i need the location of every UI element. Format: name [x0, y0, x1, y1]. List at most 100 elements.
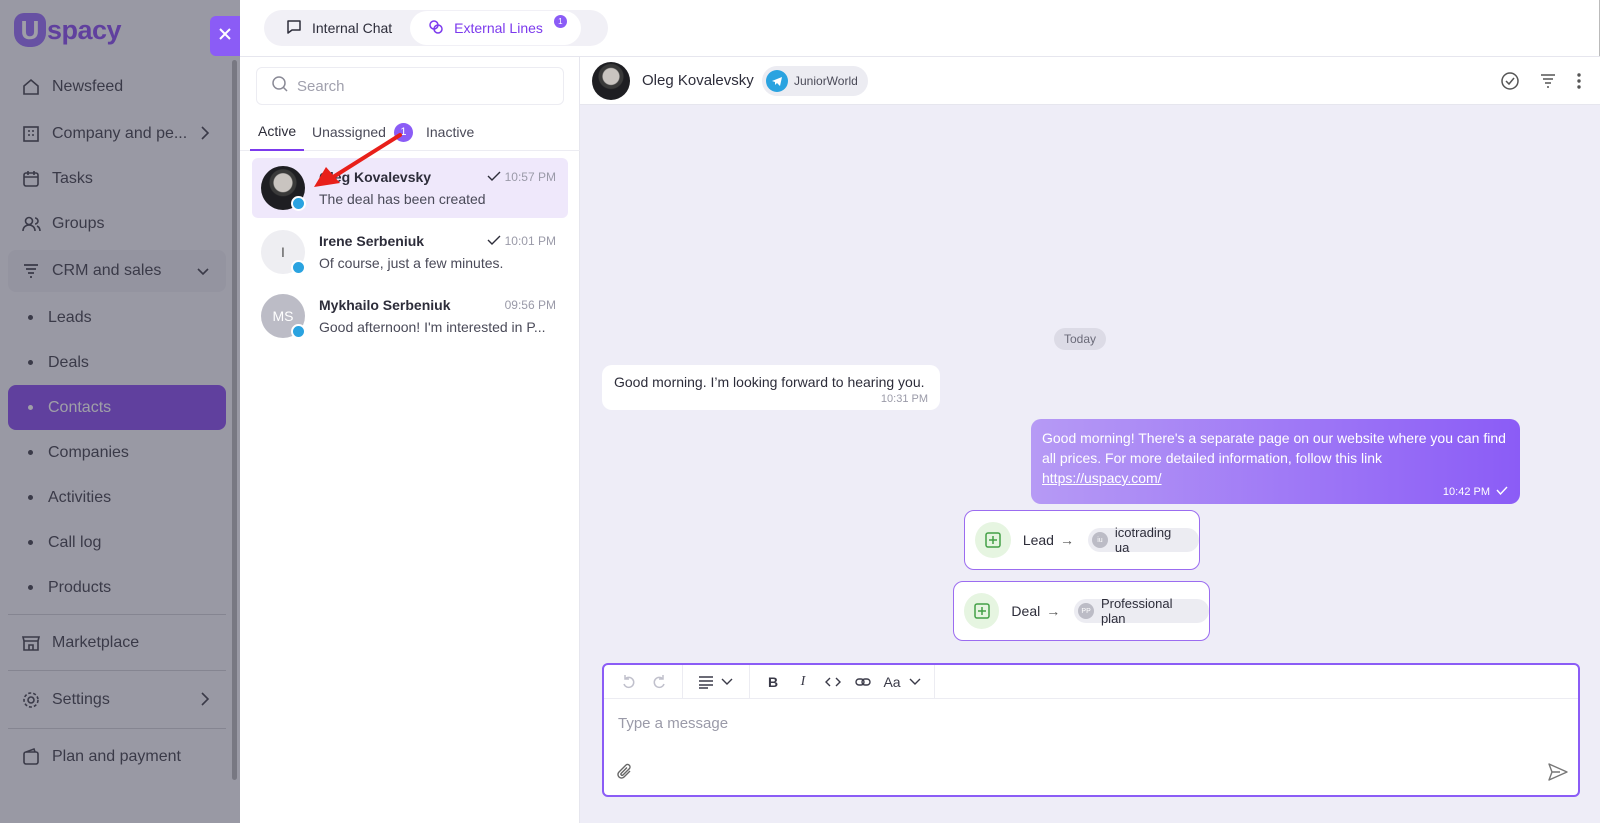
- paperclip-icon[interactable]: [616, 763, 634, 786]
- nav-crm-label: CRM and sales: [52, 262, 162, 279]
- nav-newsfeed[interactable]: Newsfeed: [8, 66, 226, 108]
- tab-internal-chat[interactable]: Internal Chat: [268, 11, 410, 45]
- nav-contacts[interactable]: Contacts: [8, 385, 226, 430]
- tab-external-lines[interactable]: External Lines 1: [410, 11, 581, 45]
- message-link[interactable]: https://uspacy.com/: [1042, 470, 1162, 486]
- conversation-time-label: 10:57 PM: [504, 170, 556, 184]
- telegram-icon: [291, 196, 306, 211]
- uspacy-logo[interactable]: U spacy: [14, 12, 122, 48]
- nav-settings[interactable]: Settings: [8, 679, 226, 721]
- chevron-right-icon: [200, 125, 210, 146]
- toolbar-divider: [749, 664, 750, 699]
- nav-marketplace-label: Marketplace: [52, 634, 140, 651]
- conversation-preview: Of course, just a few minutes.: [319, 255, 504, 271]
- sidebar-divider: [8, 670, 226, 671]
- building-icon: [20, 123, 42, 145]
- redo-icon[interactable]: [644, 669, 674, 695]
- sidebar-divider: [8, 614, 226, 615]
- message-text: Good morning. I’m looking forward to hea…: [614, 374, 925, 390]
- nav-activities[interactable]: Activities: [8, 475, 226, 520]
- nav-plan-payment-label: Plan and payment: [52, 748, 181, 765]
- message-time: 10:31 PM: [880, 393, 928, 405]
- nav-plan-payment[interactable]: Plan and payment: [8, 736, 226, 778]
- plus-square-icon: [964, 593, 1000, 629]
- contact-name[interactable]: Oleg Kovalevsky: [642, 72, 754, 89]
- avatar[interactable]: [592, 62, 630, 100]
- font-size-dropdown[interactable]: Aa: [878, 669, 926, 695]
- send-icon[interactable]: [1548, 763, 1568, 786]
- close-panel-button[interactable]: [210, 16, 240, 56]
- entity-chip[interactable]: PP Professional plan: [1074, 596, 1209, 626]
- nav-companies[interactable]: Companies: [8, 430, 226, 475]
- code-icon[interactable]: [818, 669, 848, 695]
- nav-crm[interactable]: CRM and sales: [8, 250, 226, 292]
- plus-square-icon: [975, 522, 1011, 558]
- nav-deals[interactable]: Deals: [8, 340, 226, 385]
- check-icon: [1496, 486, 1508, 498]
- formatting-toolbar: B I Aa: [604, 664, 1578, 699]
- check-icon: [487, 234, 505, 248]
- users-icon: [20, 213, 42, 235]
- nav-marketplace[interactable]: Marketplace: [8, 622, 226, 664]
- nav-groups-label: Groups: [52, 215, 105, 232]
- undo-icon[interactable]: [614, 669, 644, 695]
- arrow-right-icon: →: [1059, 532, 1074, 548]
- funnel-icon[interactable]: [1538, 71, 1558, 96]
- nav-company[interactable]: Company and pe...: [8, 113, 226, 155]
- logo-text: spacy: [47, 14, 122, 45]
- align-dropdown[interactable]: [691, 669, 741, 695]
- logo-mark: U: [14, 13, 46, 47]
- home-icon: [20, 76, 42, 98]
- entity-name: icotrading ua: [1114, 525, 1172, 555]
- toolbar-divider: [934, 664, 935, 699]
- bold-icon[interactable]: B: [758, 669, 788, 695]
- tab-internal-chat-label: Internal Chat: [312, 20, 393, 36]
- link-icon[interactable]: [848, 669, 878, 695]
- nav-groups[interactable]: Groups: [8, 203, 226, 245]
- event-type: Lead: [1022, 532, 1054, 548]
- message-time-label: 10:42 PM: [1442, 486, 1490, 498]
- nav-company-label: Company and pe...: [52, 125, 188, 142]
- chat-area: Oleg Kovalevsky JuniorWorld Today Good m…: [580, 57, 1600, 823]
- deal-created-event[interactable]: Deal → PP Professional plan: [953, 581, 1210, 641]
- entity-chip[interactable]: iu icotrading ua: [1087, 525, 1199, 555]
- conversation-item[interactable]: I Irene Serbeniuk Of course, just a few …: [252, 222, 568, 282]
- telegram-icon: [291, 324, 306, 339]
- tab-active[interactable]: Active: [250, 113, 305, 151]
- check-icon: [487, 170, 505, 184]
- font-size-label: Aa: [883, 673, 901, 690]
- chat-bubble-icon: [286, 19, 312, 38]
- align-left-icon: [699, 675, 733, 689]
- event-type: Deal: [1011, 603, 1041, 619]
- check-circle-icon[interactable]: [1500, 71, 1520, 96]
- app-sidebar: U spacy Newsfeed Company and pe... Tasks…: [0, 0, 240, 823]
- close-icon: [218, 27, 232, 46]
- conversation-time: 10:57 PM: [487, 170, 556, 184]
- nav-call-log[interactable]: Call log: [8, 520, 226, 565]
- search-input[interactable]: Search: [297, 78, 345, 95]
- conversation-item[interactable]: Oleg Kovalevsky The deal has been create…: [252, 158, 568, 218]
- more-vertical-icon[interactable]: [1576, 71, 1582, 96]
- search-field[interactable]: Search: [256, 67, 564, 105]
- conversation-time: 10:01 PM: [487, 234, 556, 248]
- funnel-icon: [20, 260, 42, 282]
- entity-name: Professional plan: [1100, 596, 1173, 626]
- conversation-item[interactable]: MS Mykhailo Serbeniuk Good afternoon! I'…: [252, 286, 568, 346]
- external-lines-badge: 1: [553, 15, 567, 28]
- wallet-icon: [20, 746, 42, 768]
- message-input[interactable]: Type a message: [618, 715, 728, 732]
- chats-icon: [428, 19, 454, 38]
- lead-created-event[interactable]: Lead → iu icotrading ua: [964, 510, 1200, 570]
- arrow-right-icon: →: [1046, 603, 1061, 619]
- nav-leads[interactable]: Leads: [8, 295, 226, 340]
- sidebar-scrollbar[interactable]: [232, 60, 237, 780]
- gear-icon: [20, 689, 42, 711]
- conversation-time: 09:56 PM: [505, 298, 556, 312]
- chevron-right-icon: [200, 691, 210, 712]
- italic-icon[interactable]: I: [788, 669, 818, 695]
- message-time: 10:42 PM: [1443, 486, 1508, 498]
- nav-products[interactable]: Products: [8, 565, 226, 610]
- nav-tasks[interactable]: Tasks: [8, 158, 226, 200]
- tab-inactive[interactable]: Inactive: [426, 113, 474, 151]
- nav-settings-label: Settings: [52, 691, 110, 708]
